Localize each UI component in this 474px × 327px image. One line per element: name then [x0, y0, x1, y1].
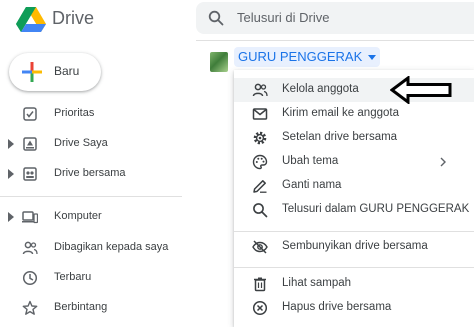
menu-item-label: Ubah tema	[282, 155, 339, 167]
sidebar-item-drive-bersama[interactable]: Drive bersama	[0, 162, 190, 186]
gear-icon	[253, 131, 267, 145]
menu-item-label: Sembunyikan drive bersama	[282, 240, 428, 252]
menu-item-lihat-sampah[interactable]: Lihat sampah	[234, 272, 474, 296]
menu-divider	[234, 231, 474, 232]
menu-item-sembunyikan[interactable]: Sembunyikan drive bersama	[234, 235, 474, 259]
palette-icon	[252, 154, 268, 170]
sidebar-item-label: Drive Saya	[54, 137, 108, 149]
checkbox-icon	[23, 107, 37, 121]
search-input[interactable]: Telusuri di Drive	[237, 10, 329, 25]
pencil-icon	[253, 180, 267, 193]
search-bar[interactable]: Telusuri di Drive	[196, 2, 474, 34]
sidebar-item-prioritas[interactable]: Prioritas	[0, 102, 190, 126]
search-icon	[253, 203, 268, 218]
plus-icon	[22, 62, 42, 82]
annotation-arrow-icon	[390, 76, 452, 104]
sidebar-item-label: Drive bersama	[54, 167, 126, 179]
sidebar-divider	[0, 196, 182, 197]
shared-drives-icon	[23, 167, 37, 181]
caret-down-icon	[368, 55, 377, 61]
sidebar-item-terbaru[interactable]: Terbaru	[0, 266, 190, 290]
expand-arrow-icon[interactable]	[8, 169, 14, 179]
shared-drive-name-dropdown[interactable]: GURU PENGGERAK	[234, 47, 381, 67]
sidebar-item-label: Berbintang	[54, 301, 108, 313]
sidebar-item-label: Terbaru	[54, 271, 92, 283]
sidebar-item-berbintang[interactable]: Berbintang	[0, 296, 190, 320]
sidebar-item-label: Komputer	[54, 210, 102, 222]
header-divider	[196, 40, 474, 41]
shared-drive-name: GURU PENGGERAK	[238, 49, 363, 64]
trash-icon	[254, 277, 266, 292]
sidebar-item-label: Prioritas	[54, 107, 95, 119]
menu-item-label: Hapus drive bersama	[282, 301, 392, 313]
search-icon[interactable]	[208, 10, 224, 26]
menu-item-setelan[interactable]: Setelan drive bersama	[234, 126, 474, 150]
shared-drive-thumbnail	[210, 52, 228, 72]
star-icon	[22, 300, 38, 315]
app-title: Drive	[52, 8, 95, 28]
computer-icon	[22, 211, 38, 224]
sidebar-item-drive-saya[interactable]: Drive Saya	[0, 132, 190, 156]
chevron-right-icon	[440, 157, 446, 167]
menu-item-label: Setelan drive bersama	[282, 131, 398, 143]
menu-item-telusuri[interactable]: Telusuri dalam GURU PENGGERAK	[234, 198, 474, 222]
clock-icon	[22, 270, 38, 286]
menu-item-ubah-tema[interactable]: Ubah tema	[234, 150, 474, 174]
expand-arrow-icon[interactable]	[8, 212, 14, 222]
top-bar: Drive Telusuri di Drive	[0, 0, 474, 38]
drive-logo-icon[interactable]	[16, 5, 46, 33]
new-button[interactable]: Baru	[9, 53, 101, 91]
menu-item-ganti-nama[interactable]: Ganti nama	[234, 174, 474, 198]
remove-circle-icon	[252, 300, 268, 316]
new-button-label: Baru	[54, 64, 80, 78]
menu-item-label: Kelola anggota	[282, 83, 359, 95]
menu-divider	[234, 267, 474, 268]
my-drive-icon	[23, 137, 37, 151]
menu-item-label: Telusuri dalam GURU PENGGERAK	[282, 203, 470, 215]
menu-item-label: Kirim email ke anggota	[282, 107, 399, 119]
sidebar-item-label: Dibagikan kepada saya	[54, 241, 169, 253]
eye-off-icon	[252, 240, 268, 254]
shared-drive-context-menu: Kelola anggota Kirim email ke anggota Se…	[234, 70, 474, 327]
expand-arrow-icon[interactable]	[8, 139, 14, 149]
sidebar-item-dibagikan[interactable]: Dibagikan kepada saya	[0, 236, 190, 260]
email-icon	[252, 108, 268, 120]
menu-item-label: Ganti nama	[282, 179, 342, 191]
menu-item-label: Lihat sampah	[282, 277, 352, 289]
manage-members-icon	[252, 83, 268, 97]
sidebar-item-komputer[interactable]: Komputer	[0, 205, 190, 229]
menu-item-kirim-email[interactable]: Kirim email ke anggota	[234, 102, 474, 126]
people-icon	[22, 241, 38, 255]
menu-item-hapus[interactable]: Hapus drive bersama	[234, 296, 474, 320]
